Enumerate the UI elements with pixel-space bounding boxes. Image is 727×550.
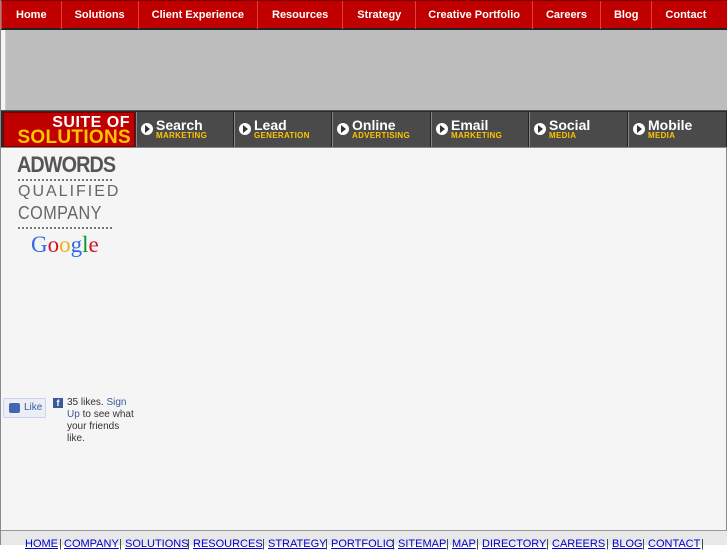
nav-careers[interactable]: Careers [533,1,600,29]
top-navigation: Home Solutions Client Experience Resourc… [1,0,727,30]
service-subtitle: GENERATION [254,131,310,140]
footer-portfolio[interactable]: PORTFOLIO [331,538,394,550]
facebook-icon: f [53,398,63,408]
footer-home[interactable]: HOME [25,538,58,550]
nav-resources[interactable]: Resources [258,1,342,29]
footer-directory[interactable]: DIRECTORY [482,538,546,550]
google-logo: Google [31,232,99,257]
service-title: Social [549,117,591,133]
facebook-like-button[interactable]: Like [3,398,46,418]
service-title: Mobile [648,117,693,133]
banner-area [5,30,727,110]
qualified-text: QUALIFIED [18,183,121,200]
footer-separator: | [262,538,265,550]
footer-separator: | [546,538,549,550]
like-label: Like [24,402,43,413]
arrow-right-icon [141,123,153,135]
footer-separator: | [119,538,122,550]
arrow-right-icon [534,123,546,135]
service-email-marketing[interactable]: Email MARKETING [431,112,529,147]
service-social-media[interactable]: Social MEDIA [529,112,628,147]
adwords-text: ADWORDS [17,152,116,177]
service-title: Online [352,117,396,133]
footer-separator: | [642,538,645,550]
footer-separator: | [59,538,62,550]
adwords-qualified-badge[interactable]: ADWORDS QUALIFIED COMPANY Google [15,150,118,265]
footer-map[interactable]: MAP [452,538,476,550]
dotted-divider [18,227,112,229]
service-subtitle: ADVERTISING [352,131,410,140]
footer-separator: | [476,538,479,550]
service-title: Email [451,117,489,133]
nav-creative-portfolio[interactable]: Creative Portfolio [416,1,532,29]
facebook-like-text: 35 likes. Sign Up to see what your frien… [67,397,137,445]
service-lead-generation[interactable]: Lead GENERATION [234,112,332,147]
nav-client-experience[interactable]: Client Experience [139,1,257,29]
company-text: COMPANY [18,203,102,223]
arrow-right-icon [633,123,645,135]
suite-logo-line2: SOLUTIONS [17,127,131,148]
service-search-marketing[interactable]: Search MARKETING [136,112,234,147]
suite-of-solutions-logo: SUITE OF SOLUTIONS [3,112,135,148]
service-subtitle: MARKETING [451,131,503,140]
nav-blog[interactable]: Blog [601,1,651,29]
footer-resources[interactable]: RESOURCES [193,538,263,550]
footer-separator: | [701,538,704,550]
arrow-right-icon [337,123,349,135]
footer-company[interactable]: COMPANY [64,538,119,550]
service-subtitle: MEDIA [648,131,676,140]
thumbs-up-icon [9,403,20,413]
nav-home[interactable]: Home [2,1,61,29]
dotted-divider [18,179,112,181]
footer-separator: | [325,538,328,550]
service-subtitle: MEDIA [549,131,577,140]
footer-separator: | [446,538,449,550]
footer-separator: | [187,538,190,550]
nav-solutions[interactable]: Solutions [62,1,138,29]
service-title: Lead [254,117,287,133]
service-mobile-media[interactable]: Mobile MEDIA [628,112,727,147]
nav-contact[interactable]: Contact [652,1,719,29]
footer-separator: | [392,538,395,550]
footer-careers[interactable]: CAREERS [552,538,605,550]
nav-strategy[interactable]: Strategy [343,1,415,29]
footer-blog[interactable]: BLOG [612,538,643,550]
arrow-right-icon [239,123,251,135]
suite-of-solutions-bar: SUITE OF SOLUTIONS Search MARKETING Lead… [1,110,727,148]
footer-separator: | [606,538,609,550]
page-frame: Home Solutions Client Experience Resourc… [0,0,727,550]
footer-contact[interactable]: CONTACT [648,538,700,550]
footer-navigation: HOME | COMPANY | SOLUTIONS | RESOURCES |… [1,530,727,550]
footer-strategy[interactable]: STRATEGY [268,538,326,550]
service-subtitle: MARKETING [156,131,208,140]
arrow-right-icon [436,123,448,135]
service-online-advertising[interactable]: Online ADVERTISING [332,112,431,147]
footer-sitemap[interactable]: SITEMAP [398,538,446,550]
like-count: 35 likes. [67,397,104,408]
service-title: Search [156,117,203,133]
footer-solutions[interactable]: SOLUTIONS [125,538,189,550]
